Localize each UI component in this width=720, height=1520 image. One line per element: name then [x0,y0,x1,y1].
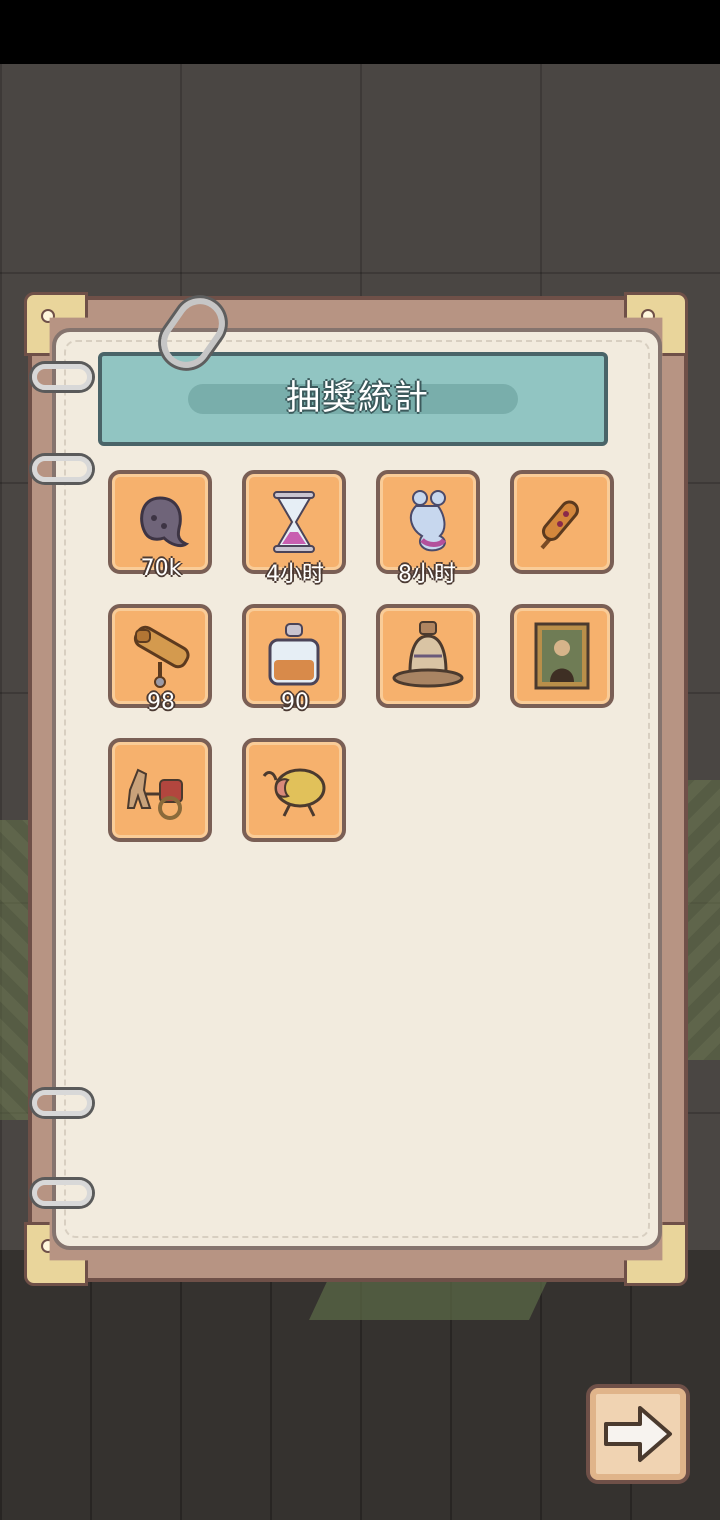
item-tile[interactable] [108,738,212,842]
page-title: 抽獎統計 [286,378,430,418]
mona-lisa-painting-icon [534,622,590,690]
hourglass-icon [273,491,315,553]
item-tile[interactable] [510,604,614,708]
status-bar [0,0,720,64]
item-count: 70k [140,556,182,581]
item-tile[interactable] [510,470,614,574]
binder-ring [32,456,92,482]
item-count: 90 [281,690,309,715]
item-count: 4小时 [266,562,324,587]
item-tile[interactable] [242,738,346,842]
item-count: 8小时 [398,562,456,587]
ghost-spirit-icon [409,490,447,552]
ghost-blob-icon [140,496,190,548]
horse-chariot-icon [126,768,183,820]
perfume-bottle-icon [268,623,320,686]
binder-ring [32,364,92,390]
scarab-beetle-icon [262,768,326,817]
item-tile[interactable] [376,604,480,708]
arrow-right-icon [604,1406,672,1462]
telescope-icon [133,625,190,688]
binder-ring [32,1180,92,1206]
item-count: 98 [147,690,175,715]
binder-ring [32,1090,92,1116]
next-button[interactable] [586,1384,690,1484]
bell-icon [392,621,464,688]
firework-rocket-icon [540,500,579,550]
